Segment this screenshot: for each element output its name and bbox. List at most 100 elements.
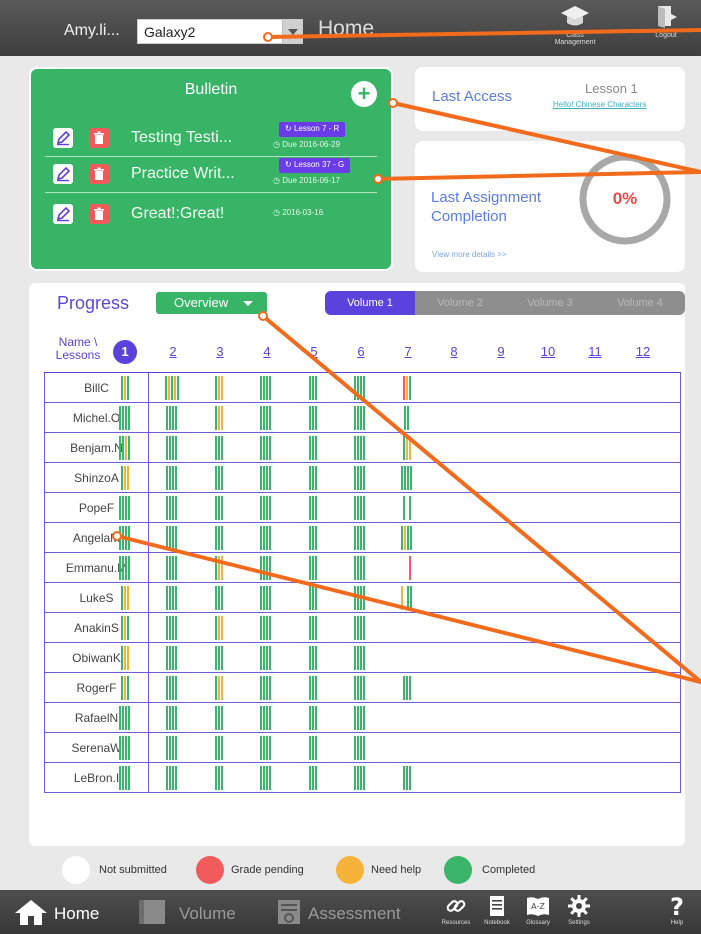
- lesson-link-4[interactable]: 4: [254, 344, 280, 359]
- lesson-status-bars[interactable]: [119, 406, 131, 430]
- bulletin-item[interactable]: Testing Testi... ↻ Lesson 7 - R ◷ Due 20…: [31, 121, 391, 157]
- settings-button[interactable]: Settings: [559, 894, 599, 926]
- lesson-status-bars[interactable]: [354, 616, 366, 640]
- lesson-status-bars[interactable]: [166, 736, 178, 760]
- lesson-status-bars[interactable]: [214, 496, 224, 520]
- lesson-status-bars[interactable]: [120, 646, 130, 670]
- last-access-link[interactable]: Hello! Chinese Characters: [553, 100, 646, 109]
- lesson-status-bars[interactable]: [308, 646, 318, 670]
- lesson-tag[interactable]: ↻ Lesson 37 - G: [279, 158, 351, 173]
- student-name[interactable]: SerenaW: [44, 733, 149, 763]
- lesson-status-bars[interactable]: [214, 586, 224, 610]
- table-row[interactable]: BillC: [44, 373, 681, 403]
- lesson-status-bars[interactable]: [260, 616, 272, 640]
- lesson-status-bars[interactable]: [308, 766, 318, 790]
- table-row[interactable]: ObiwanK: [44, 643, 681, 673]
- lesson-status-bars[interactable]: [354, 646, 366, 670]
- lesson-link-6[interactable]: 6: [348, 344, 374, 359]
- trash-icon[interactable]: [89, 128, 109, 148]
- lesson-status-bars[interactable]: [354, 676, 366, 700]
- lesson-status-bars[interactable]: [214, 646, 224, 670]
- lesson-status-bars[interactable]: [214, 706, 224, 730]
- pencil-icon[interactable]: [53, 128, 73, 148]
- lesson-status-bars[interactable]: [260, 526, 272, 550]
- lesson-status-bars[interactable]: [308, 376, 318, 400]
- lesson-status-bars[interactable]: [214, 556, 224, 580]
- lesson-status-bars[interactable]: [403, 556, 412, 580]
- lesson-status-bars[interactable]: [120, 466, 130, 490]
- lesson-status-bars[interactable]: [402, 436, 412, 460]
- lesson-status-bars[interactable]: [166, 586, 178, 610]
- lesson-status-bars[interactable]: [354, 586, 366, 610]
- lesson-status-bars[interactable]: [214, 616, 224, 640]
- table-row[interactable]: Michel.O: [44, 403, 681, 433]
- lesson-status-bars[interactable]: [260, 556, 272, 580]
- lesson-status-bars[interactable]: [214, 766, 224, 790]
- table-row[interactable]: Benjam.N: [44, 433, 681, 463]
- lesson-link-2[interactable]: 2: [160, 344, 186, 359]
- lesson-status-bars[interactable]: [214, 736, 224, 760]
- lesson-status-bars[interactable]: [354, 706, 366, 730]
- lesson-status-bars[interactable]: [260, 706, 272, 730]
- lesson-status-bars[interactable]: [308, 526, 318, 550]
- table-row[interactable]: AngelaM: [44, 523, 681, 553]
- student-name[interactable]: LeBron.I: [44, 763, 149, 793]
- pencil-icon[interactable]: [53, 204, 73, 224]
- trash-icon[interactable]: [89, 164, 109, 184]
- lesson-status-bars[interactable]: [308, 616, 318, 640]
- student-name[interactable]: Emmanu.M: [44, 553, 149, 583]
- lesson-status-bars[interactable]: [354, 466, 366, 490]
- lesson-status-bars[interactable]: [401, 586, 413, 610]
- lesson-status-bars[interactable]: [214, 406, 224, 430]
- lesson-link-3[interactable]: 3: [207, 344, 233, 359]
- table-row[interactable]: RogerF: [44, 673, 681, 703]
- lesson-status-bars[interactable]: [260, 466, 272, 490]
- student-name[interactable]: PopeF: [44, 493, 149, 523]
- nav-home[interactable]: Home: [14, 890, 124, 934]
- lesson-status-bars[interactable]: [166, 706, 178, 730]
- chevron-down-icon[interactable]: [282, 20, 302, 43]
- student-name[interactable]: ObiwanK: [44, 643, 149, 673]
- lesson-status-bars[interactable]: [260, 586, 272, 610]
- lesson-status-bars[interactable]: [354, 526, 366, 550]
- lesson-link-11[interactable]: 11: [582, 344, 608, 359]
- class-select[interactable]: Galaxy2: [137, 19, 303, 44]
- lesson-status-bars[interactable]: [119, 556, 131, 580]
- glossary-button[interactable]: A-Z Glossary: [518, 894, 558, 926]
- student-name[interactable]: ShinzoA: [44, 463, 149, 493]
- lesson-status-bars[interactable]: [166, 616, 178, 640]
- student-name[interactable]: Benjam.N: [44, 433, 149, 463]
- student-name[interactable]: AngelaM: [44, 523, 149, 553]
- lesson-status-bars[interactable]: [260, 646, 272, 670]
- lesson-status-bars[interactable]: [166, 406, 178, 430]
- lesson-status-bars[interactable]: [260, 766, 272, 790]
- lesson-status-bars[interactable]: [260, 736, 272, 760]
- lesson-status-bars[interactable]: [166, 466, 178, 490]
- table-row[interactable]: Emmanu.M: [44, 553, 681, 583]
- lesson-status-bars[interactable]: [166, 646, 178, 670]
- lesson-status-bars[interactable]: [214, 526, 224, 550]
- add-bulletin-button[interactable]: +: [351, 81, 377, 107]
- student-name[interactable]: LukeS: [44, 583, 149, 613]
- help-button[interactable]: ? Help: [657, 894, 697, 926]
- lesson-status-bars[interactable]: [120, 616, 130, 640]
- lesson-status-bars[interactable]: [260, 376, 272, 400]
- lesson-status-bars[interactable]: [260, 496, 272, 520]
- lesson-status-bars[interactable]: [214, 676, 224, 700]
- lesson-tag[interactable]: ↻ Lesson 7 - R: [279, 122, 346, 137]
- lesson-link-8[interactable]: 8: [441, 344, 467, 359]
- lesson-link-1[interactable]: 1: [113, 340, 137, 364]
- lesson-status-bars[interactable]: [120, 676, 130, 700]
- table-row[interactable]: AnakinS: [44, 613, 681, 643]
- user-name[interactable]: Amy.li...: [64, 22, 120, 40]
- lesson-status-bars[interactable]: [402, 766, 412, 790]
- lesson-status-bars[interactable]: [308, 586, 318, 610]
- lesson-link-7[interactable]: 7: [395, 344, 421, 359]
- lesson-status-bars[interactable]: [402, 496, 412, 520]
- table-row[interactable]: LeBron.I: [44, 763, 681, 793]
- lesson-status-bars[interactable]: [354, 766, 366, 790]
- bulletin-item[interactable]: Practice Writ... ↻ Lesson 37 - G ◷ Due 2…: [31, 157, 391, 193]
- lesson-status-bars[interactable]: [119, 436, 131, 460]
- student-name[interactable]: AnakinS: [44, 613, 149, 643]
- lesson-status-bars[interactable]: [402, 676, 412, 700]
